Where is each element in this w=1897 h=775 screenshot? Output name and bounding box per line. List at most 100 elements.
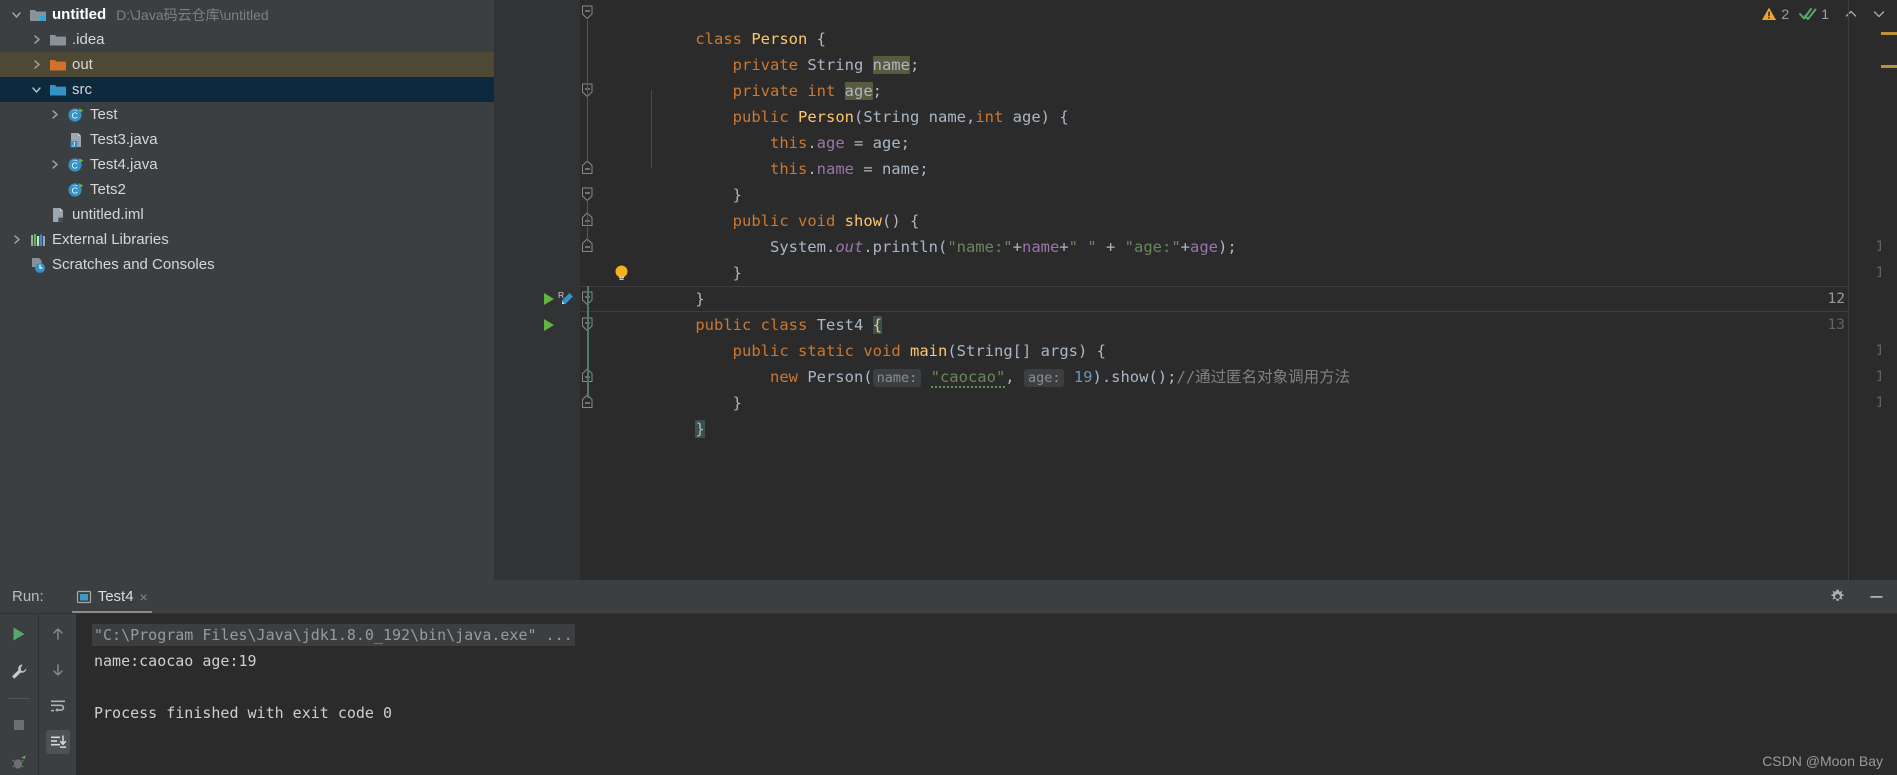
chevron-down-icon[interactable] <box>10 8 23 21</box>
run-class-gutter-icon[interactable] <box>543 292 556 310</box>
inspection-widget[interactable]: 2 1 <box>1761 0 1891 28</box>
fold-guide-line <box>587 200 588 242</box>
run-method-gutter-icon[interactable] <box>543 318 556 336</box>
tree-item-label: untitled.iml <box>72 206 144 223</box>
down-arrow-icon[interactable] <box>46 658 70 682</box>
param-hint-age: age: <box>1023 369 1065 387</box>
tree-item-external-libraries[interactable]: External Libraries <box>0 227 494 252</box>
folder-blue-source-icon <box>49 81 67 99</box>
folder-orange-icon <box>49 56 67 74</box>
soft-wrap-icon[interactable] <box>46 694 70 718</box>
run-panel-header-actions[interactable] <box>1829 580 1885 613</box>
run-tab-test4[interactable]: Test4 × <box>71 580 152 613</box>
project-path-label: D:\Java码云仓库\untitled <box>116 6 269 23</box>
tree-item-label: out <box>72 56 93 73</box>
code-line-9: System.out.println("name:"+name+" " + "a… <box>695 238 1237 256</box>
editor-marker-strip[interactable] <box>1881 0 1897 580</box>
chevron-down-icon[interactable] <box>1867 7 1891 21</box>
print-debug-icon[interactable] <box>7 751 31 775</box>
libraries-icon <box>29 231 47 249</box>
warning-triangle-icon <box>1761 6 1777 22</box>
gear-icon[interactable] <box>1829 588 1846 605</box>
code-line-4: public Person(String name,int age) { <box>732 108 1069 126</box>
svg-text:C: C <box>72 185 78 195</box>
tree-item-src[interactable]: src <box>0 77 494 102</box>
java-class-run-icon: C <box>67 156 85 174</box>
console-line-command: "C:\Program Files\Java\jdk1.8.0_192\bin\… <box>92 624 575 646</box>
code-line-12: public class Test4 { <box>695 316 883 334</box>
java-class-run-icon: C <box>67 106 85 124</box>
watermark-label: CSDN @Moon Bay <box>1762 753 1883 769</box>
run-panel-header: Run: Test4 × <box>0 580 1897 614</box>
chevron-up-icon[interactable] <box>1839 7 1863 21</box>
tree-item-label: .idea <box>72 31 105 48</box>
iml-file-icon <box>49 206 67 224</box>
warning-marker[interactable] <box>1881 65 1897 68</box>
tree-item-test4-java[interactable]: C Test4.java <box>0 152 494 177</box>
run-actions-toolbar[interactable] <box>0 614 38 775</box>
chevron-down-icon[interactable] <box>30 83 43 96</box>
toolbar-divider <box>8 698 30 699</box>
tree-item-untitled-iml[interactable]: untitled.iml <box>0 202 494 227</box>
code-editor[interactable]: 1 2 3 4 5 6 7 8 9 10 11 12 13 14 15 16 R <box>494 0 1897 580</box>
project-tool-window[interactable]: untitled D:\Java码云仓库\untitled .idea out … <box>0 0 494 580</box>
svg-text:C: C <box>72 110 78 120</box>
tree-item-label: Test4.java <box>90 156 158 173</box>
tree-item-test[interactable]: C Test <box>0 102 494 127</box>
tree-item-label: Test <box>90 106 118 123</box>
console-actions-toolbar[interactable] <box>38 614 76 775</box>
code-line-10: } <box>695 264 742 282</box>
up-arrow-icon[interactable] <box>46 622 70 646</box>
intention-lightbulb-icon[interactable] <box>613 264 630 286</box>
fold-markers-column[interactable] <box>580 0 602 580</box>
run-tab-label: Test4 <box>97 588 134 605</box>
tree-item-label: Scratches and Consoles <box>52 256 215 273</box>
code-line-8: public void show() { <box>732 212 920 230</box>
scroll-to-end-icon[interactable] <box>45 730 70 754</box>
java-file-icon: J <box>67 131 85 149</box>
tree-item-tets2[interactable]: C Tets2 <box>0 177 494 202</box>
string-literal-caocao: "caocao" <box>930 368 1006 388</box>
code-line-6: this.name = name; <box>769 160 929 178</box>
code-line-15: } <box>695 394 742 412</box>
code-line-14: new Person(name: "caocao", age: 19).show… <box>769 368 1351 388</box>
ok-count: 1 <box>1821 6 1829 22</box>
tree-item-test3-java[interactable]: J Test3.java <box>0 127 494 152</box>
intellij-idea-window: untitled D:\Java码云仓库\untitled .idea out … <box>0 0 1897 775</box>
folder-icon <box>49 31 67 49</box>
tree-item-label: Test3.java <box>90 131 158 148</box>
chevron-right-icon[interactable] <box>48 158 61 171</box>
tree-item-idea[interactable]: .idea <box>0 27 494 52</box>
tree-item-label: src <box>72 81 92 98</box>
tree-item-out[interactable]: out <box>0 52 494 77</box>
chevron-right-icon[interactable] <box>48 108 61 121</box>
console-output[interactable]: "C:\Program Files\Java\jdk1.8.0_192\bin\… <box>76 614 1897 775</box>
param-hint-name: name: <box>872 369 922 387</box>
svg-text:C: C <box>72 160 78 170</box>
tree-item-scratches-and-consoles[interactable]: Scratches and Consoles <box>0 252 494 277</box>
minimize-icon[interactable] <box>1868 588 1885 605</box>
rerun-play-icon[interactable] <box>7 622 31 646</box>
chevron-right-icon[interactable] <box>30 33 43 46</box>
tree-item-untitled[interactable]: untitled D:\Java码云仓库\untitled <box>0 2 494 27</box>
top-area: untitled D:\Java码云仓库\untitled .idea out … <box>0 0 1897 580</box>
code-text-area[interactable]: class Person { private String name; priv… <box>580 0 1897 580</box>
tree-item-label: Tets2 <box>90 181 126 198</box>
run-panel-body: "C:\Program Files\Java\jdk1.8.0_192\bin\… <box>0 614 1897 775</box>
chevron-right-icon[interactable] <box>10 233 23 246</box>
close-icon[interactable]: × <box>140 589 148 605</box>
stop-icon[interactable] <box>7 713 31 737</box>
warning-marker[interactable] <box>1881 32 1897 35</box>
console-line-output: name:caocao age:19 <box>94 652 257 670</box>
console-line-output: Process finished with exit code 0 <box>94 704 393 722</box>
chevron-right-icon[interactable] <box>30 58 43 71</box>
settings-wrench-icon[interactable] <box>7 660 31 684</box>
run-tool-window[interactable]: Run: Test4 × "C:\Program Files\Java\jdk1… <box>0 580 1897 775</box>
run-configuration-edit-icon[interactable]: R <box>558 290 576 312</box>
tree-item-label: External Libraries <box>52 231 169 248</box>
code-line-1: class Person { <box>695 30 827 48</box>
tree-item-label: untitled <box>52 6 107 23</box>
code-line-7: } <box>695 186 742 204</box>
fold-guide-line-active <box>587 286 589 398</box>
inline-comment: //通过匿名对象调用方法 <box>1176 368 1351 386</box>
